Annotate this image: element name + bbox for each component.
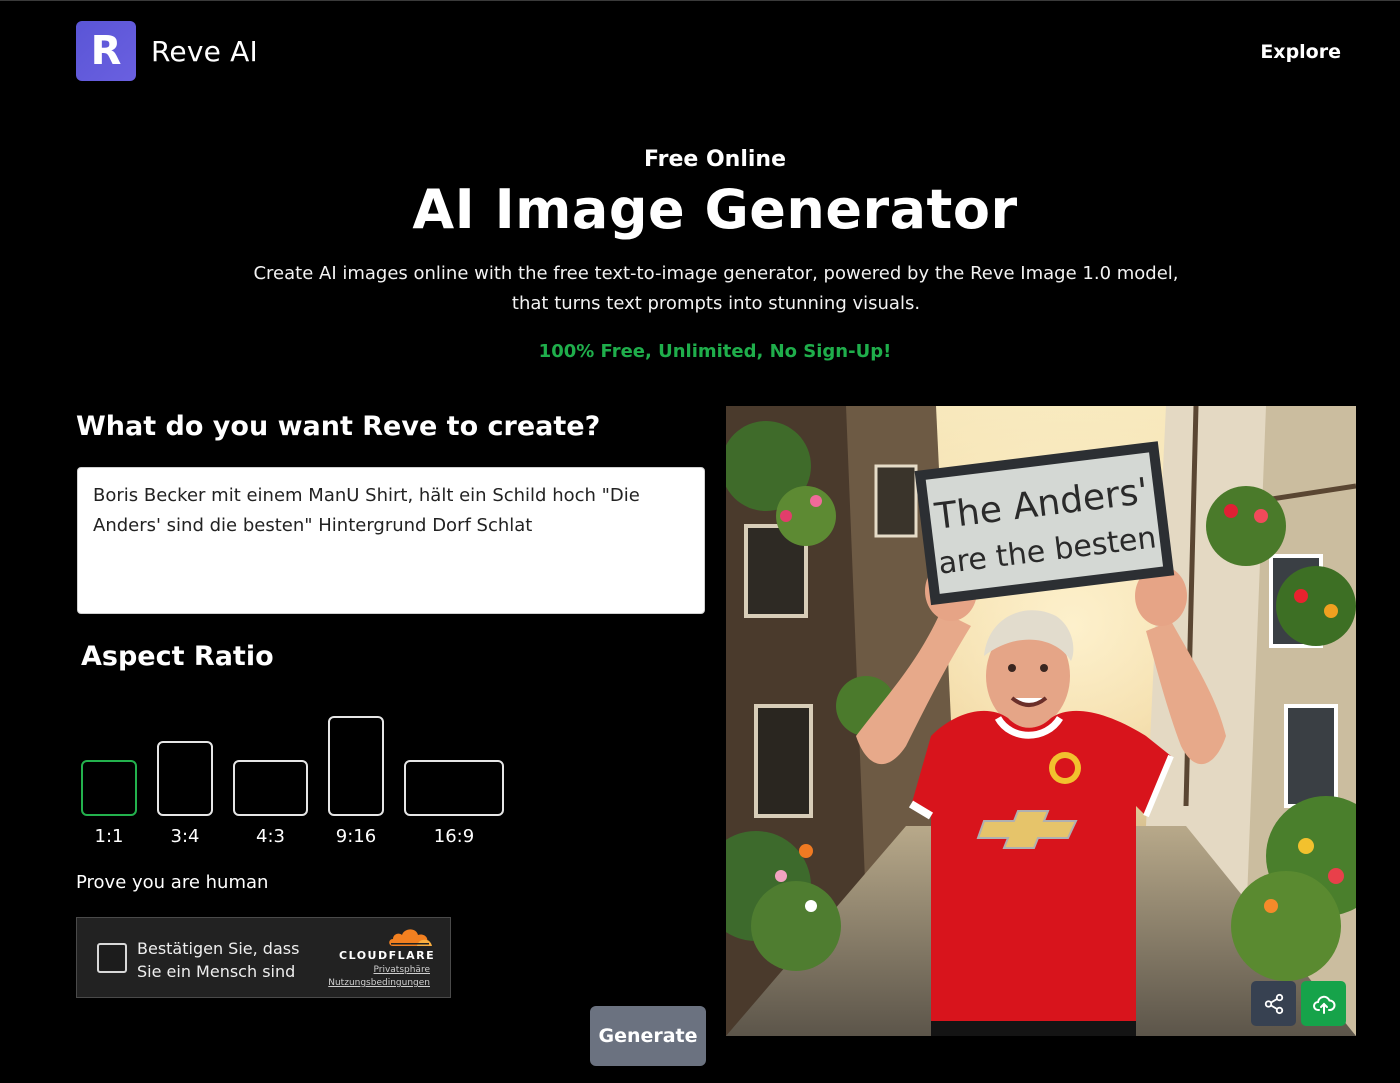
prompt-input[interactable]: Boris Becker mit einem ManU Shirt, hält … bbox=[77, 467, 705, 614]
generated-image: The Anders' are the besten bbox=[726, 406, 1356, 1036]
cloudflare-brand: CLOUDFLARE bbox=[339, 949, 436, 962]
hero-kicker: Free Online bbox=[643, 147, 786, 172]
captcha-text: Bestätigen Sie, dass Sie ein Mensch sind bbox=[137, 939, 300, 981]
captcha-terms-link[interactable]: Nutzungsbedingungen bbox=[328, 978, 430, 988]
captcha-checkbox[interactable] bbox=[97, 943, 127, 973]
logo[interactable]: R bbox=[76, 21, 136, 81]
hero-title: AI Image Generator bbox=[412, 178, 1018, 241]
generate-button[interactable]: Generate bbox=[590, 1006, 706, 1066]
ratio-label-9-16: 9:16 bbox=[335, 826, 377, 847]
prompt-heading: What do you want Reve to create? bbox=[76, 411, 601, 442]
generated-image-illustration: The Anders' are the besten bbox=[726, 406, 1356, 1036]
ratio-option-4-3[interactable] bbox=[233, 760, 308, 816]
captcha-privacy-link[interactable]: Privatsphäre bbox=[373, 965, 430, 975]
ratio-option-3-4[interactable] bbox=[157, 741, 213, 816]
aspect-ratio-heading: Aspect Ratio bbox=[81, 641, 274, 672]
download-button[interactable] bbox=[1301, 981, 1346, 1026]
ratio-option-1-1[interactable] bbox=[81, 760, 137, 816]
logo-letter: R bbox=[90, 28, 122, 74]
free-note: 100% Free, Unlimited, No Sign-Up! bbox=[538, 341, 892, 362]
ratio-option-9-16[interactable] bbox=[328, 716, 384, 816]
captcha-widget: Bestätigen Sie, dass Sie ein Mensch sind… bbox=[76, 917, 451, 998]
share-icon bbox=[1264, 993, 1283, 1014]
ratio-option-16-9[interactable] bbox=[404, 760, 504, 816]
ratio-label-4-3: 4:3 bbox=[256, 826, 285, 847]
cloudflare-cloud-icon bbox=[389, 929, 432, 946]
cloud-download-icon bbox=[1312, 995, 1335, 1014]
human-verification-label: Prove you are human bbox=[76, 872, 269, 893]
ratio-label-1-1: 1:1 bbox=[94, 826, 124, 847]
ratio-label-16-9: 16:9 bbox=[433, 826, 475, 847]
nav-explore-link[interactable]: Explore bbox=[1260, 41, 1341, 63]
top-border bbox=[0, 0, 1400, 1]
hero-description: Create AI images online with the free te… bbox=[253, 263, 1179, 314]
brand-name[interactable]: Reve AI bbox=[151, 35, 258, 68]
share-button[interactable] bbox=[1251, 981, 1296, 1026]
ratio-label-3-4: 3:4 bbox=[170, 826, 200, 847]
